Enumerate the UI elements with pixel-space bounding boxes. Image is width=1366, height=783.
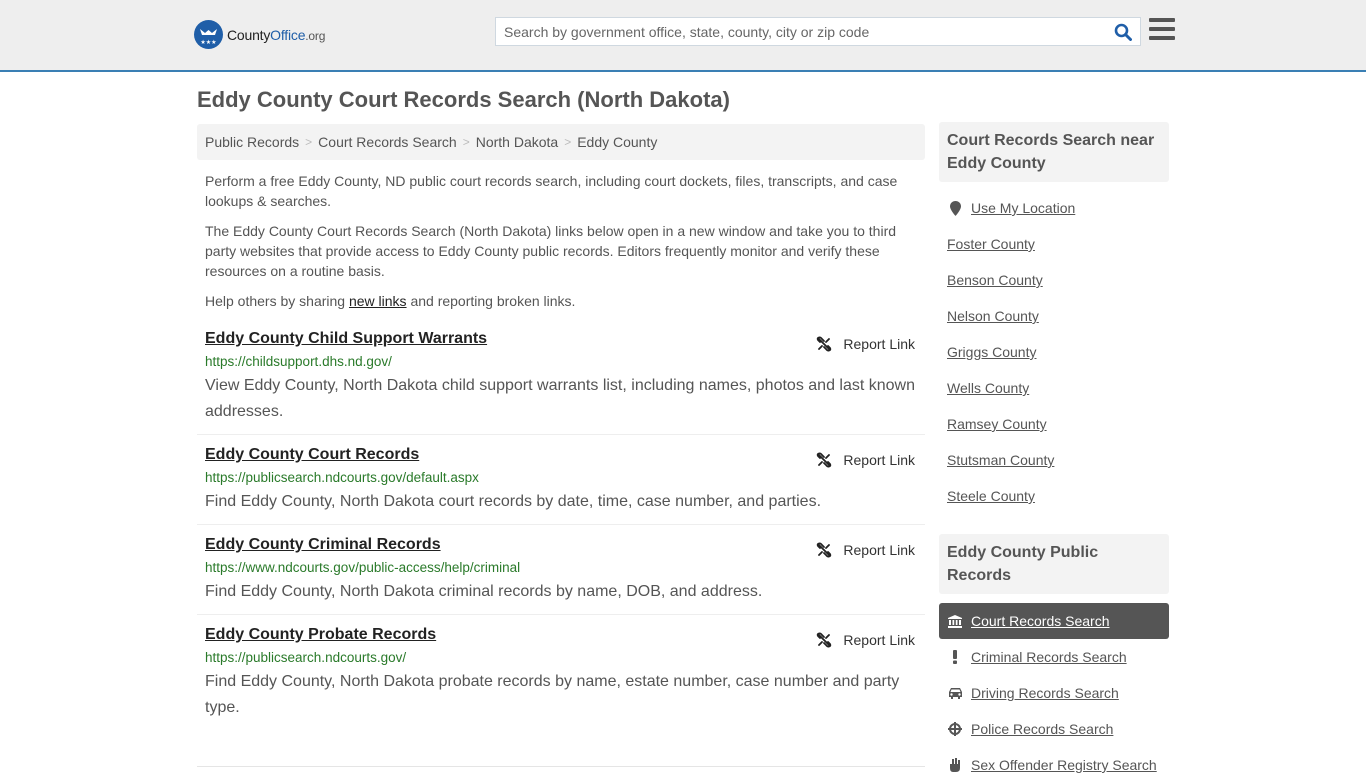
breadcrumb-court-records-search[interactable]: Court Records Search (318, 134, 457, 150)
public-records-heading: Eddy County Public Records (939, 534, 1169, 594)
record-link-description: Find Eddy County, North Dakota criminal … (205, 583, 763, 600)
public-record-link-police[interactable]: Police Records Search (939, 711, 1169, 747)
public-record-link-driving[interactable]: Driving Records Search (939, 675, 1169, 711)
share-links-paragraph: Help others by sharing new links and rep… (205, 293, 576, 309)
nearby-county-link[interactable]: Nelson County (947, 298, 1161, 334)
nearby-county-link[interactable]: Stutsman County (947, 442, 1161, 478)
breadcrumb-public-records[interactable]: Public Records (205, 134, 299, 150)
report-link-button[interactable]: Report Link (816, 632, 915, 648)
crosshair-icon (947, 722, 963, 736)
broken-link-icon (817, 336, 832, 352)
nearby-county-link[interactable]: Griggs County (947, 334, 1161, 370)
map-pin-icon (947, 200, 963, 216)
car-icon (947, 687, 963, 699)
menu-bar-icon (1149, 36, 1175, 40)
record-link-url: https://childsupport.dhs.nd.gov/ (205, 354, 392, 369)
intro-paragraph: The Eddy County Court Records Search (No… (205, 223, 897, 279)
record-link-description: Find Eddy County, North Dakota court rec… (205, 493, 822, 510)
nearby-county-link[interactable]: Ramsey County (947, 406, 1161, 442)
search-icon (1114, 23, 1132, 41)
search-bar (495, 17, 1141, 46)
nearby-county-link[interactable]: Wells County (947, 370, 1161, 406)
record-link-description: Find Eddy County, North Dakota probate r… (205, 673, 900, 716)
breadcrumb: Public Records > Court Records Search > … (197, 124, 925, 160)
record-link-description: View Eddy County, North Dakota child sup… (205, 377, 915, 420)
nearby-county-link[interactable]: Benson County (947, 262, 1161, 298)
list-item: Eddy County Probate Records Report Link … (197, 615, 925, 730)
report-link-button[interactable]: Report Link (816, 452, 915, 468)
record-link-title[interactable]: Eddy County Court Records (205, 445, 419, 465)
courthouse-icon (947, 614, 963, 628)
main-content: Public Records > Court Records Search > … (197, 124, 925, 730)
search-button[interactable] (1106, 18, 1140, 45)
divider (197, 766, 925, 767)
broken-link-icon (817, 542, 832, 558)
breadcrumb-separator: > (305, 135, 313, 149)
nearby-counties-list: Use My Location Foster County Benson Cou… (939, 190, 1169, 514)
hand-icon (947, 758, 963, 772)
nearby-county-link[interactable]: Steele County (947, 478, 1161, 514)
page-title: Eddy County Court Records Search (North … (197, 87, 730, 112)
intro-paragraph: Perform a free Eddy County, ND public co… (205, 173, 898, 209)
use-my-location-link[interactable]: Use My Location (947, 190, 1161, 226)
record-link-title[interactable]: Eddy County Probate Records (205, 625, 436, 645)
new-links-link[interactable]: new links (349, 293, 407, 309)
site-logo[interactable]: ★★★ CountyOffice.org (194, 20, 325, 49)
sidebar: Court Records Search near Eddy County Us… (939, 122, 1169, 783)
list-item: Eddy County Criminal Records Report Link… (197, 525, 925, 615)
breadcrumb-separator: > (564, 135, 572, 149)
intro-text: Perform a free Eddy County, ND public co… (197, 171, 925, 311)
public-record-link-criminal[interactable]: Criminal Records Search (939, 639, 1169, 675)
site-header: ★★★ CountyOffice.org (0, 0, 1366, 72)
menu-bar-icon (1149, 18, 1175, 22)
nearby-heading: Court Records Search near Eddy County (939, 122, 1169, 182)
record-link-url: https://www.ndcourts.gov/public-access/h… (205, 560, 521, 575)
record-link-url: https://publicsearch.ndcourts.gov/defaul… (205, 470, 479, 485)
breadcrumb-north-dakota[interactable]: North Dakota (476, 134, 558, 150)
search-input[interactable] (496, 18, 1106, 45)
public-record-link-sex-offender[interactable]: Sex Offender Registry Search (939, 747, 1169, 783)
list-item: Eddy County Court Records Report Link ht… (197, 435, 925, 525)
logo-wordmark: CountyOffice.org (227, 26, 326, 43)
list-item: Eddy County Child Support Warrants Repor… (197, 329, 925, 435)
broken-link-icon (817, 632, 832, 648)
report-link-button[interactable]: Report Link (816, 336, 915, 352)
eagle-badge-icon: ★★★ (194, 20, 223, 49)
menu-bar-icon (1149, 27, 1175, 31)
svg-text:★★★: ★★★ (200, 39, 216, 46)
broken-link-icon (817, 452, 832, 468)
exclamation-icon (947, 650, 963, 664)
report-link-button[interactable]: Report Link (816, 542, 915, 558)
breadcrumb-separator: > (462, 135, 470, 149)
nearby-county-link[interactable]: Foster County (947, 226, 1161, 262)
record-link-title[interactable]: Eddy County Criminal Records (205, 535, 441, 555)
record-link-title[interactable]: Eddy County Child Support Warrants (205, 329, 487, 349)
public-record-link-court[interactable]: Court Records Search (939, 603, 1169, 639)
breadcrumb-eddy-county[interactable]: Eddy County (577, 134, 657, 150)
hamburger-menu-button[interactable] (1149, 18, 1175, 42)
record-link-url: https://publicsearch.ndcourts.gov/ (205, 650, 407, 665)
record-links-list: Eddy County Child Support Warrants Repor… (197, 329, 925, 730)
public-records-list: Court Records Search Criminal Records Se… (939, 603, 1169, 783)
